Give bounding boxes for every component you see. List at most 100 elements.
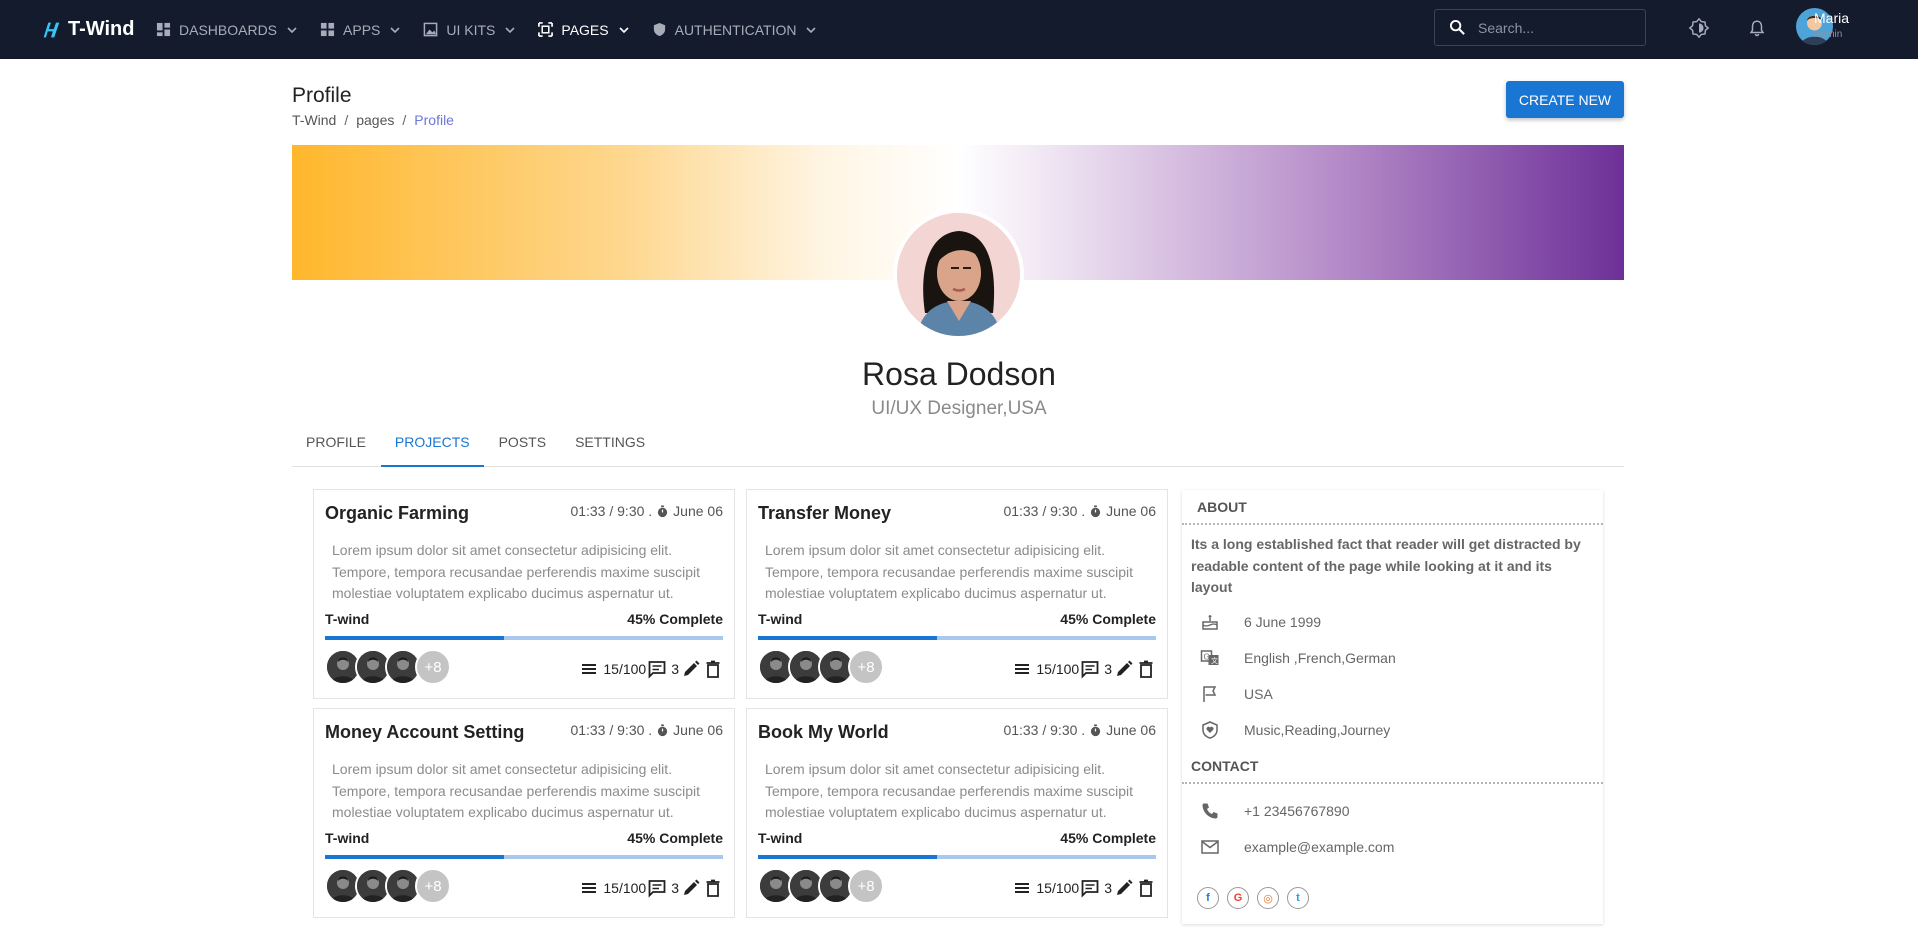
comment-icon[interactable] <box>647 878 667 898</box>
about-panel: ABOUT Its a long established fact that r… <box>1182 490 1603 924</box>
chevron-down-icon <box>505 26 515 33</box>
instagram-icon[interactable]: ◎ <box>1257 887 1279 909</box>
more-members-badge[interactable]: +8 <box>848 868 884 904</box>
interests-value: Music,Reading,Journey <box>1244 722 1391 738</box>
project-org: T-wind <box>758 611 803 627</box>
breadcrumb-home[interactable]: T-Wind <box>292 112 336 128</box>
edit-icon[interactable] <box>1114 659 1134 679</box>
project-card[interactable]: Book My World 01:33 / 9:30 . June 06 Lor… <box>746 708 1168 918</box>
menu-apps[interactable]: APPS <box>320 0 401 59</box>
create-new-button[interactable]: CREATE NEW <box>1506 81 1624 118</box>
menu-dashboards[interactable]: DASHBOARDS <box>156 0 298 59</box>
facebook-icon[interactable]: f <box>1197 887 1219 909</box>
project-org: T-wind <box>325 611 370 627</box>
team-members: +8 <box>758 868 884 904</box>
project-time: 01:33 / 9:30 . June 06 <box>570 722 723 738</box>
project-date: June 06 <box>673 722 723 738</box>
project-meta: 15/100 3 <box>1012 659 1156 679</box>
project-progress-label: 45% Complete <box>627 830 723 846</box>
menu-lines-icon[interactable] <box>1012 878 1032 898</box>
menu-lines-icon[interactable] <box>1012 659 1032 679</box>
comment-count: 3 <box>1104 661 1112 677</box>
progress-fill <box>758 636 938 640</box>
breadcrumb-pages[interactable]: pages <box>356 112 394 128</box>
project-meta: 15/100 3 <box>579 878 723 898</box>
google-icon[interactable]: G <box>1227 887 1249 909</box>
project-title[interactable]: Book My World <box>758 722 889 743</box>
menu-pages[interactable]: PAGES <box>538 0 629 59</box>
comment-icon[interactable] <box>1080 878 1100 898</box>
menu-lines-icon[interactable] <box>579 878 599 898</box>
project-time: 01:33 / 9:30 . June 06 <box>570 503 723 519</box>
project-card[interactable]: Organic Farming 01:33 / 9:30 . June 06 L… <box>313 489 735 699</box>
dashboard-icon <box>156 22 171 37</box>
bell-icon <box>1749 20 1765 37</box>
comment-count: 3 <box>671 661 679 677</box>
divider <box>1182 782 1603 784</box>
birthday-row: 6 June 1999 <box>1200 612 1321 632</box>
tab-posts[interactable]: POSTS <box>485 430 560 467</box>
menu-label: PAGES <box>561 21 609 38</box>
pages-icon <box>538 22 554 37</box>
email-value[interactable]: example@example.com <box>1244 839 1394 855</box>
delete-icon[interactable] <box>1136 878 1156 898</box>
menu-authentication[interactable]: AUTHENTICATION <box>652 0 818 59</box>
phone-value[interactable]: +1 23456767890 <box>1244 803 1350 819</box>
edit-icon[interactable] <box>1114 878 1134 898</box>
edit-icon[interactable] <box>681 878 701 898</box>
project-description: Lorem ipsum dolor sit amet consectetur a… <box>765 542 1134 601</box>
project-title[interactable]: Transfer Money <box>758 503 891 524</box>
phone-row[interactable]: +1 23456767890 <box>1200 801 1350 821</box>
divider <box>1182 523 1603 525</box>
delete-icon[interactable] <box>703 659 723 679</box>
search-input[interactable] <box>1478 19 1638 36</box>
comment-icon[interactable] <box>1080 659 1100 679</box>
twitter-icon[interactable]: t <box>1287 887 1309 909</box>
project-progress-bar <box>325 636 723 640</box>
more-members-badge[interactable]: +8 <box>415 649 451 685</box>
menu-lines-icon[interactable] <box>579 659 599 679</box>
edit-icon[interactable] <box>681 659 701 679</box>
more-members-badge[interactable]: +8 <box>415 868 451 904</box>
top-navbar: T-Wind DASHBOARDS APPS UI KITS PAGES AUT… <box>0 0 1918 59</box>
brightness-icon <box>1688 17 1710 39</box>
profile-name: Rosa Dodson <box>862 356 1056 392</box>
project-description: Lorem ipsum dolor sit amet consectetur a… <box>765 761 1134 820</box>
project-title[interactable]: Organic Farming <box>325 503 469 524</box>
project-card[interactable]: Money Account Setting 01:33 / 9:30 . Jun… <box>313 708 735 918</box>
notifications-button[interactable] <box>1744 15 1770 41</box>
menu-label: AUTHENTICATION <box>674 21 797 38</box>
tab-settings[interactable]: SETTINGS <box>561 430 659 467</box>
user-name[interactable]: Maria <box>1814 10 1849 26</box>
team-members: +8 <box>325 868 451 904</box>
project-progress-label: 45% Complete <box>1060 830 1156 846</box>
progress-fill <box>325 636 505 640</box>
project-duration: 01:33 / 9:30 . <box>1003 503 1086 519</box>
delete-icon[interactable] <box>1136 659 1156 679</box>
apps-icon <box>320 22 335 37</box>
comment-icon[interactable] <box>647 659 667 679</box>
delete-icon[interactable] <box>703 878 723 898</box>
languages-value: English ,French,German <box>1244 650 1396 666</box>
project-card[interactable]: Transfer Money 01:33 / 9:30 . June 06 Lo… <box>746 489 1168 699</box>
comment-count: 3 <box>1104 880 1112 896</box>
chevron-down-icon <box>390 26 400 33</box>
logo-icon <box>43 22 60 37</box>
flag-icon <box>1203 686 1217 702</box>
shield-icon <box>653 22 665 37</box>
menu-ui-kits[interactable]: UI KITS <box>423 0 516 59</box>
brand[interactable]: T-Wind <box>40 18 144 41</box>
stopwatch-icon <box>658 504 668 517</box>
project-title[interactable]: Money Account Setting <box>325 722 524 743</box>
email-row[interactable]: example@example.com <box>1200 837 1394 857</box>
theme-toggle-button[interactable] <box>1686 15 1712 41</box>
more-members-badge[interactable]: +8 <box>848 649 884 685</box>
search-box[interactable] <box>1434 9 1646 46</box>
languages-row: G文 English ,French,German <box>1200 648 1396 668</box>
project-description: Lorem ipsum dolor sit amet consectetur a… <box>332 761 701 820</box>
tab-profile[interactable]: PROFILE <box>292 430 380 467</box>
profile-photo <box>897 213 1020 336</box>
tab-projects[interactable]: PROJECTS <box>380 430 484 467</box>
svg-text:文: 文 <box>1211 656 1218 665</box>
chevron-down-icon <box>287 26 297 33</box>
